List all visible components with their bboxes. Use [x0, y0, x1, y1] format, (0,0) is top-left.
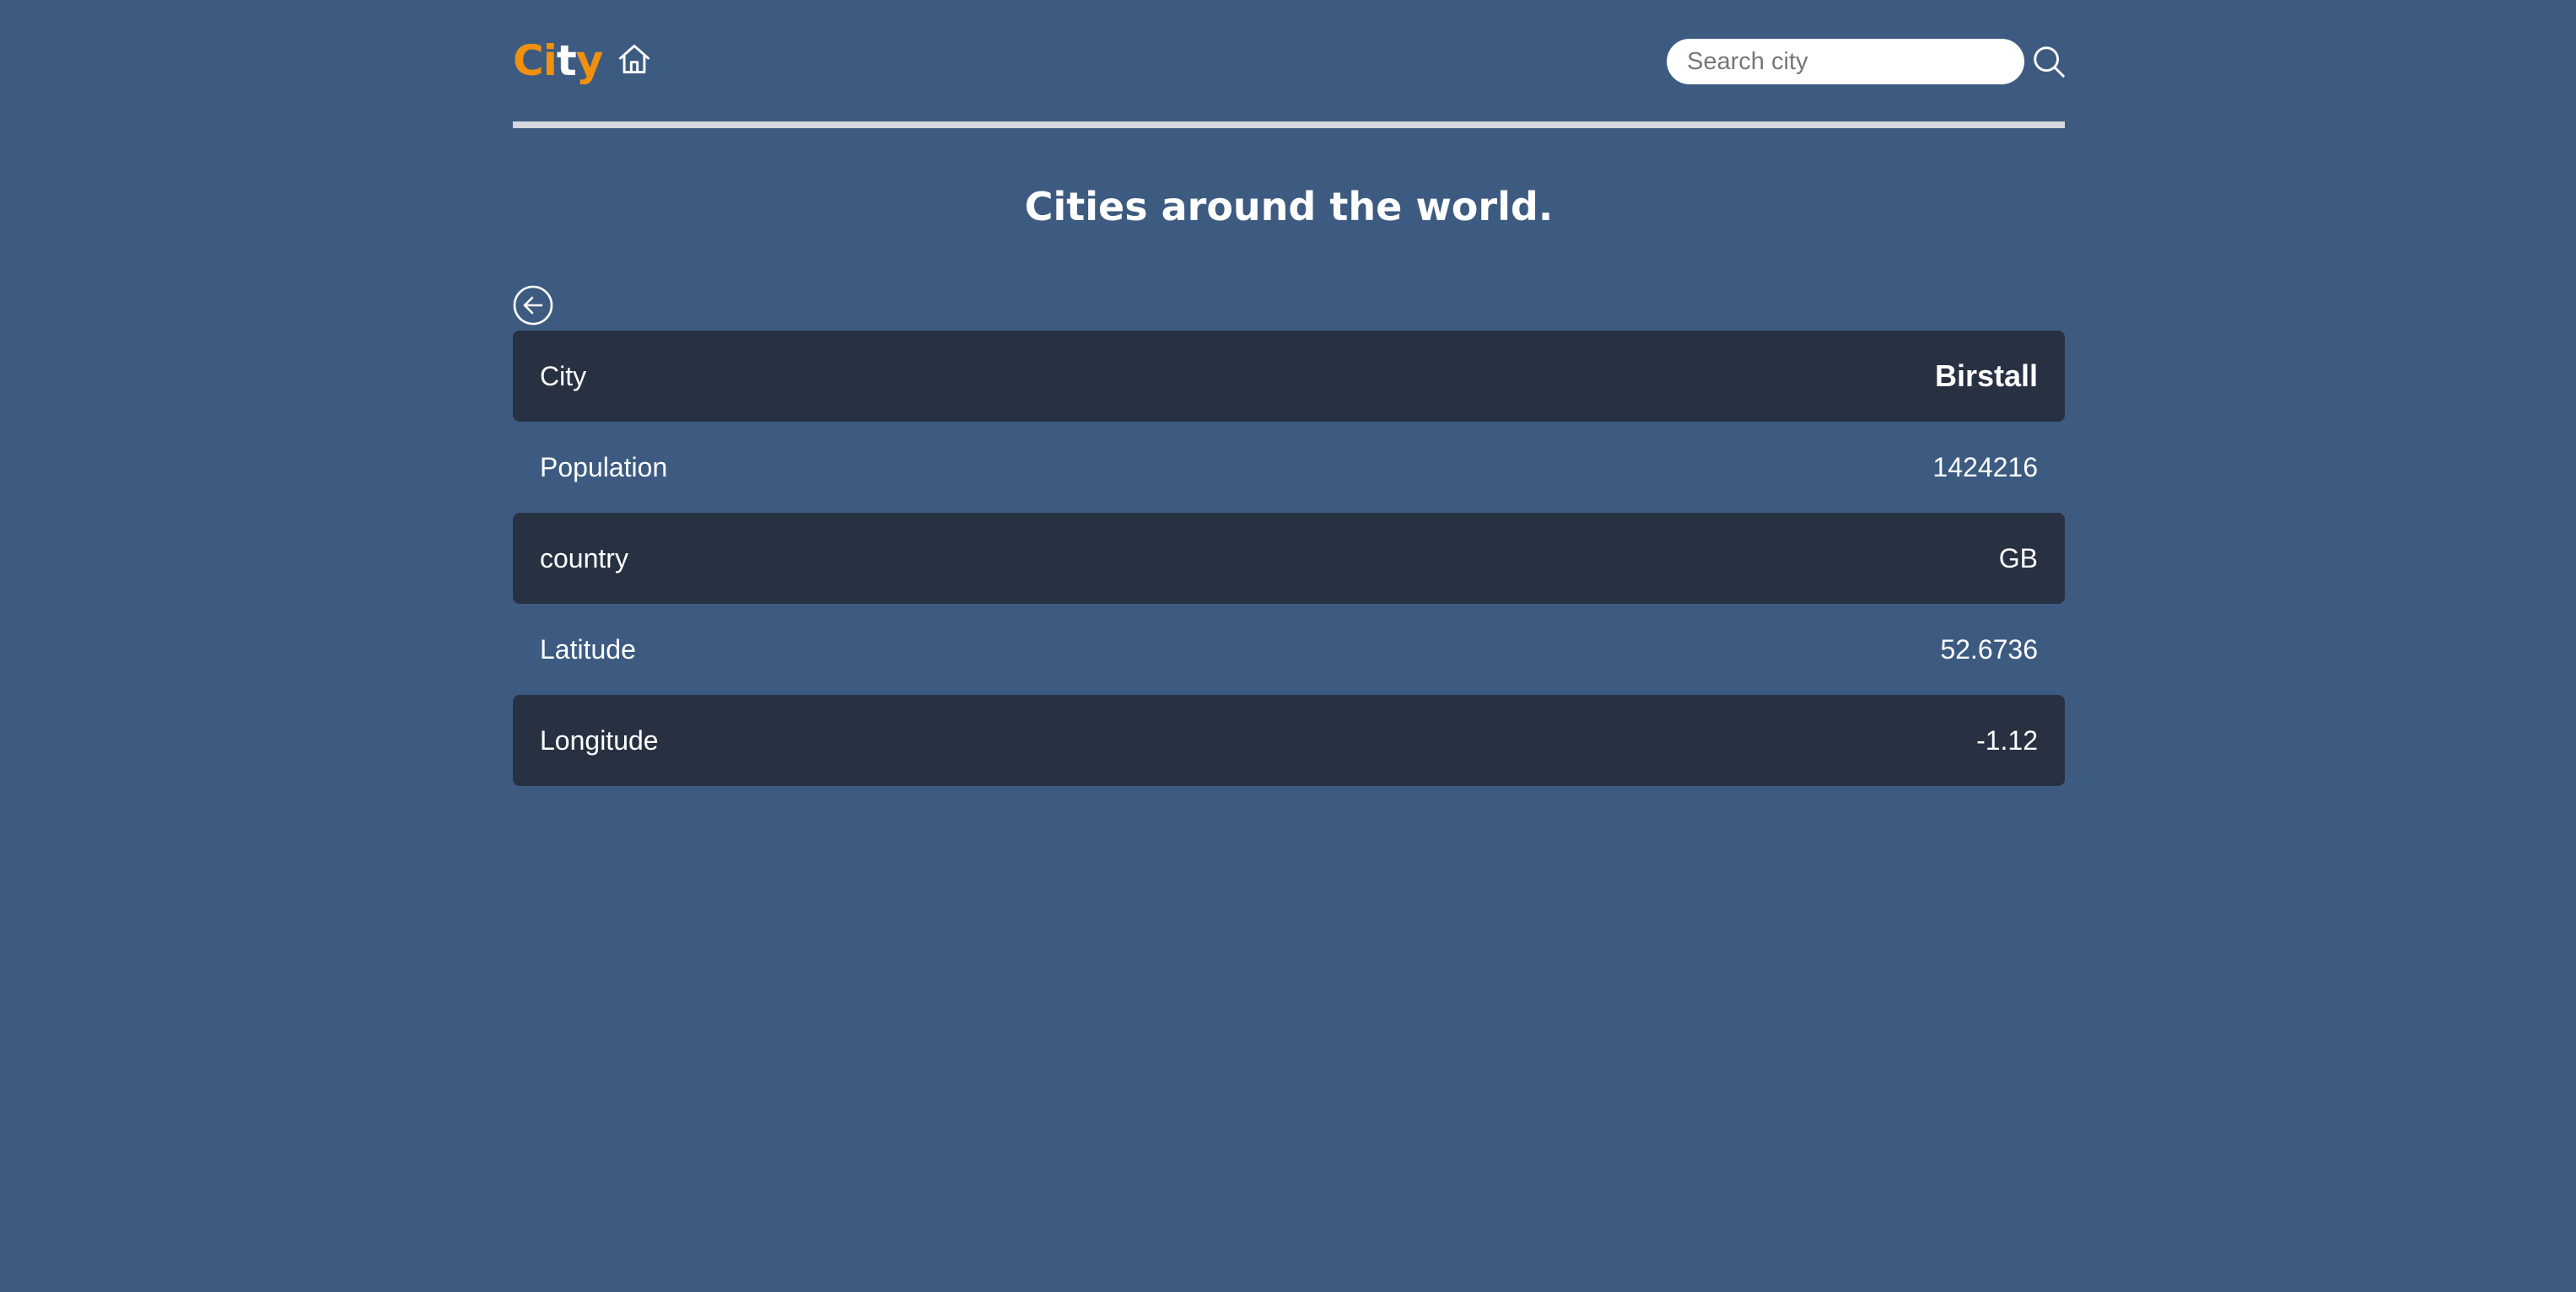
home-icon[interactable] [616, 40, 653, 78]
row-label: Longitude [540, 724, 659, 756]
city-details-table: City Birstall Population 1424216 country… [513, 331, 2065, 786]
row-population: Population 1424216 [513, 422, 2065, 513]
header: City [513, 0, 2068, 128]
search-input[interactable] [1667, 39, 2024, 84]
row-value: 52.6736 [1940, 633, 2038, 665]
search-icon[interactable] [2029, 42, 2068, 81]
row-longitude: Longitude -1.12 [513, 695, 2065, 786]
row-value: GB [1998, 542, 2038, 573]
row-label: City [540, 360, 587, 391]
row-value: -1.12 [1976, 724, 2038, 756]
row-label: country [540, 542, 628, 573]
row-label: Latitude [540, 633, 636, 665]
row-latitude: Latitude 52.6736 [513, 604, 2065, 695]
row-label: Population [540, 451, 668, 482]
logo[interactable]: City [513, 32, 603, 89]
page-container: City Cities around the world. [513, 0, 2068, 786]
row-country: country GB [513, 513, 2065, 604]
row-value: 1424216 [1932, 451, 2038, 482]
row-city: City Birstall [513, 331, 2065, 422]
page-title: Cities around the world. [1024, 184, 1554, 229]
header-divider [513, 121, 2065, 128]
search-field-wrapper [1667, 39, 2024, 84]
back-arrow-icon[interactable] [513, 285, 553, 326]
row-value: Birstall [1934, 358, 2038, 393]
